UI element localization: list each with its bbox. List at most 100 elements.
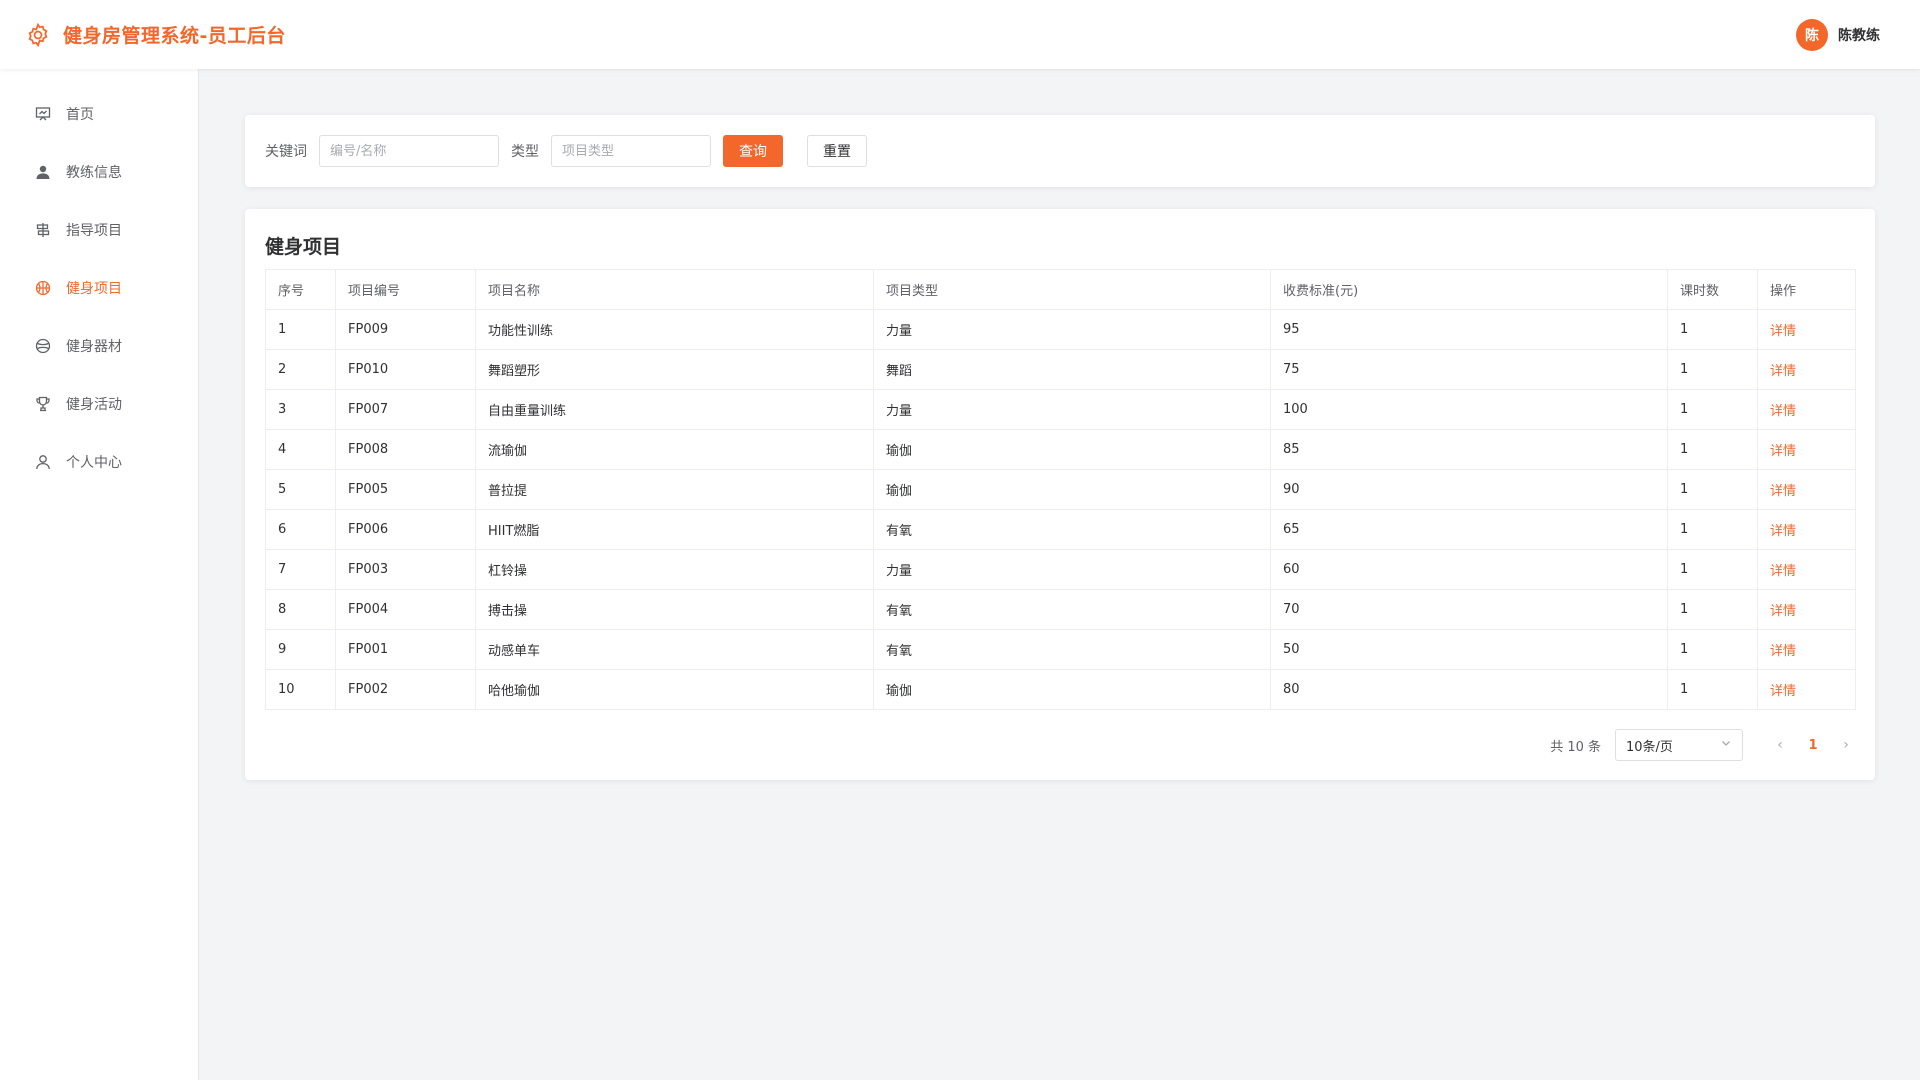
project-name-cell: 普拉提 bbox=[475, 469, 874, 510]
table-row: 5 FP005 普拉提 瑜伽 90 1 详情 bbox=[265, 469, 1856, 510]
user-name[interactable]: 陈教练 bbox=[1838, 25, 1880, 45]
search-bar: 关键词 类型 查询 重置 bbox=[245, 115, 1875, 187]
detail-link[interactable]: 详情 bbox=[1770, 644, 1796, 659]
table-row: 1 FP009 功能性训练 力量 95 1 详情 bbox=[265, 309, 1856, 350]
project-type-cell: 力量 bbox=[873, 549, 1271, 590]
class-hours-cell: 1 bbox=[1667, 549, 1758, 590]
project-code-cell: FP003 bbox=[335, 549, 476, 590]
sidebar: 首页 教练信息 指导项目 健身项目 健身器材 健身活动 个人中心 bbox=[0, 69, 199, 1080]
sidebar-item-home[interactable]: 首页 bbox=[0, 85, 198, 143]
table-row: 4 FP008 流瑜伽 瑜伽 85 1 详情 bbox=[265, 429, 1856, 470]
presentation-icon bbox=[34, 105, 52, 123]
class-hours-cell: 1 bbox=[1667, 349, 1758, 390]
sidebar-item-label: 指导项目 bbox=[66, 223, 122, 239]
column-header: 序号 bbox=[265, 269, 336, 310]
project-type-cell: 舞蹈 bbox=[873, 349, 1271, 390]
index-cell: 1 bbox=[265, 309, 336, 350]
project-type-cell: 瑜伽 bbox=[873, 669, 1271, 710]
project-name-cell: 杠铃操 bbox=[475, 549, 874, 590]
project-code-cell: FP001 bbox=[335, 629, 476, 670]
column-header: 操作 bbox=[1757, 269, 1856, 310]
fee-cell: 100 bbox=[1270, 389, 1668, 430]
project-name-cell: 哈他瑜伽 bbox=[475, 669, 874, 710]
project-code-cell: FP006 bbox=[335, 509, 476, 550]
action-cell: 详情 bbox=[1757, 309, 1856, 350]
page-number[interactable]: 1 bbox=[1803, 738, 1823, 753]
project-type-cell: 瑜伽 bbox=[873, 469, 1271, 510]
index-cell: 8 bbox=[265, 589, 336, 630]
sidebar-item-activities[interactable]: 健身活动 bbox=[0, 375, 198, 433]
class-hours-cell: 1 bbox=[1667, 389, 1758, 430]
column-header: 项目编号 bbox=[335, 269, 476, 310]
basketball-icon bbox=[34, 279, 52, 297]
class-hours-cell: 1 bbox=[1667, 429, 1758, 470]
project-name-cell: 功能性训练 bbox=[475, 309, 874, 350]
sidebar-item-label: 健身器材 bbox=[66, 339, 122, 355]
detail-link[interactable]: 详情 bbox=[1770, 484, 1796, 499]
index-cell: 6 bbox=[265, 509, 336, 550]
fee-cell: 90 bbox=[1270, 469, 1668, 510]
sidebar-item-personal-center[interactable]: 个人中心 bbox=[0, 433, 198, 491]
class-hours-cell: 1 bbox=[1667, 309, 1758, 350]
action-cell: 详情 bbox=[1757, 389, 1856, 430]
ball-icon bbox=[34, 337, 52, 355]
user-menu[interactable]: 陈 陈教练 bbox=[1796, 18, 1880, 51]
prev-page-icon[interactable]: ‹ bbox=[1771, 737, 1789, 753]
sidebar-item-equipment[interactable]: 健身器材 bbox=[0, 317, 198, 375]
pagination: 共 10 条 10条/页 ‹ 1 › bbox=[1550, 729, 1855, 761]
keyword-input[interactable] bbox=[319, 135, 499, 167]
project-code-cell: FP002 bbox=[335, 669, 476, 710]
detail-link[interactable]: 详情 bbox=[1770, 324, 1796, 339]
project-code-cell: FP008 bbox=[335, 429, 476, 470]
action-cell: 详情 bbox=[1757, 549, 1856, 590]
project-code-cell: FP010 bbox=[335, 349, 476, 390]
action-cell: 详情 bbox=[1757, 429, 1856, 470]
trophy-icon bbox=[34, 395, 52, 413]
project-type-cell: 瑜伽 bbox=[873, 429, 1271, 470]
sidebar-item-guide-projects[interactable]: 指导项目 bbox=[0, 201, 198, 259]
gear-icon bbox=[25, 22, 51, 48]
query-button[interactable]: 查询 bbox=[723, 135, 783, 167]
detail-link[interactable]: 详情 bbox=[1770, 604, 1796, 619]
sidebar-item-label: 教练信息 bbox=[66, 165, 122, 181]
detail-link[interactable]: 详情 bbox=[1770, 564, 1796, 579]
detail-link[interactable]: 详情 bbox=[1770, 524, 1796, 539]
table-row: 6 FP006 HIIT燃脂 有氧 65 1 详情 bbox=[265, 509, 1856, 550]
reset-button[interactable]: 重置 bbox=[807, 135, 867, 167]
fee-cell: 50 bbox=[1270, 629, 1668, 670]
project-name-cell: 搏击操 bbox=[475, 589, 874, 630]
fee-cell: 80 bbox=[1270, 669, 1668, 710]
detail-link[interactable]: 详情 bbox=[1770, 684, 1796, 699]
sidebar-item-fitness-projects[interactable]: 健身项目 bbox=[0, 259, 198, 317]
detail-link[interactable]: 详情 bbox=[1770, 444, 1796, 459]
sidebar-item-coach-info[interactable]: 教练信息 bbox=[0, 143, 198, 201]
sidebar-item-label: 首页 bbox=[66, 107, 94, 123]
total-count: 共 10 条 bbox=[1550, 739, 1601, 755]
project-name-cell: 自由重量训练 bbox=[475, 389, 874, 430]
fee-cell: 95 bbox=[1270, 309, 1668, 350]
projects-table: 序号 项目编号 项目名称 项目类型 收费标准(元) 课时数 操作 1 FP009 功… bbox=[265, 269, 1856, 710]
sidebar-item-label: 个人中心 bbox=[66, 455, 122, 471]
project-name-cell: 流瑜伽 bbox=[475, 429, 874, 470]
class-hours-cell: 1 bbox=[1667, 589, 1758, 630]
project-type-cell: 有氧 bbox=[873, 509, 1271, 550]
user-solid-icon bbox=[34, 163, 52, 181]
table-row: 8 FP004 搏击操 有氧 70 1 详情 bbox=[265, 589, 1856, 630]
project-type-cell: 有氧 bbox=[873, 629, 1271, 670]
brand: 健身房管理系统-员工后台 bbox=[25, 21, 286, 48]
next-page-icon[interactable]: › bbox=[1837, 737, 1855, 753]
page-size-select[interactable]: 10条/页 bbox=[1615, 729, 1743, 761]
detail-link[interactable]: 详情 bbox=[1770, 364, 1796, 379]
table-header-row: 序号 项目编号 项目名称 项目类型 收费标准(元) 课时数 操作 bbox=[265, 269, 1856, 310]
detail-link[interactable]: 详情 bbox=[1770, 404, 1796, 419]
action-cell: 详情 bbox=[1757, 629, 1856, 670]
avatar[interactable]: 陈 bbox=[1796, 18, 1828, 51]
project-code-cell: FP004 bbox=[335, 589, 476, 630]
class-hours-cell: 1 bbox=[1667, 669, 1758, 710]
table-row: 7 FP003 杠铃操 力量 60 1 详情 bbox=[265, 549, 1856, 590]
table-row: 2 FP010 舞蹈塑形 舞蹈 75 1 详情 bbox=[265, 349, 1856, 390]
page-size-value: 10条/页 bbox=[1626, 739, 1673, 755]
index-cell: 10 bbox=[265, 669, 336, 710]
type-input[interactable] bbox=[551, 135, 711, 167]
page-title: 健身项目 bbox=[265, 236, 342, 258]
